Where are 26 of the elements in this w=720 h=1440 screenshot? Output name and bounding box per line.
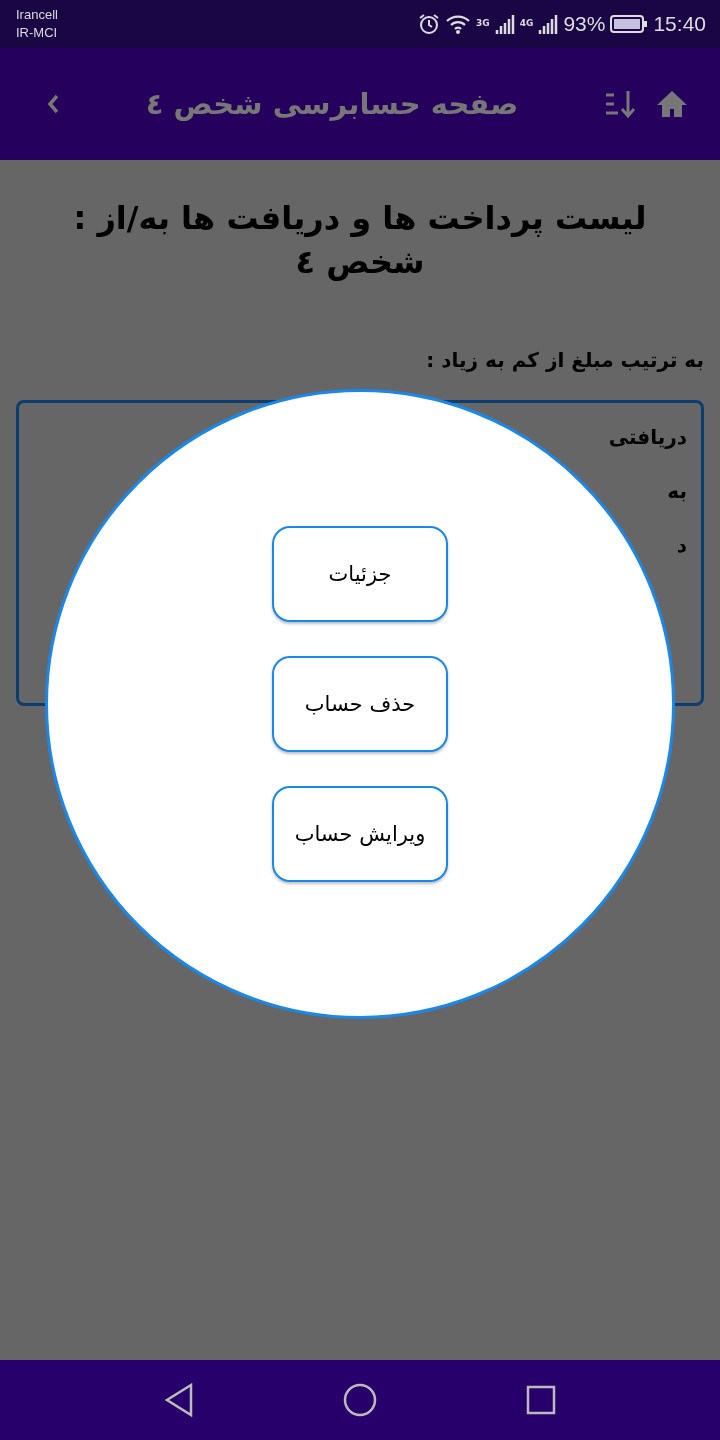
menu-button[interactable]: ویرایش حساب xyxy=(272,786,448,882)
menu-button[interactable]: حذف حساب xyxy=(272,656,448,752)
battery-icon xyxy=(610,14,649,34)
home-circle-icon[interactable] xyxy=(343,1383,377,1417)
list-heading: لیست پرداخت ها و دریافت ها به/از : شخص ٤ xyxy=(72,198,648,283)
back-triangle-icon[interactable] xyxy=(164,1383,195,1417)
network-type: 4G xyxy=(519,18,534,28)
recents-square-icon[interactable] xyxy=(525,1385,556,1415)
card-text: به xyxy=(666,479,687,503)
sort-label: به ترتیب مبلغ از کم به زیاد : xyxy=(425,348,704,372)
clock: 15:40 xyxy=(653,12,706,36)
card-text: د xyxy=(675,533,687,557)
network-type: 3G xyxy=(476,18,490,28)
menu-button[interactable]: جزئیات xyxy=(272,526,448,622)
signal-icon xyxy=(538,14,559,34)
carrier-name: Irancell xyxy=(16,6,58,24)
page-title: صفحه حسابرسی شخص ٤ xyxy=(144,88,520,120)
signal-icon xyxy=(494,14,515,34)
card-text: دریافتی xyxy=(607,425,687,449)
back-icon[interactable] xyxy=(46,93,60,115)
carrier-name: IR-MCI xyxy=(16,24,58,42)
battery-percent: 93% xyxy=(563,12,606,36)
alarm-icon xyxy=(418,13,441,35)
wifi-icon xyxy=(445,13,472,35)
sort-icon[interactable] xyxy=(604,89,636,119)
home-icon[interactable] xyxy=(656,90,688,118)
